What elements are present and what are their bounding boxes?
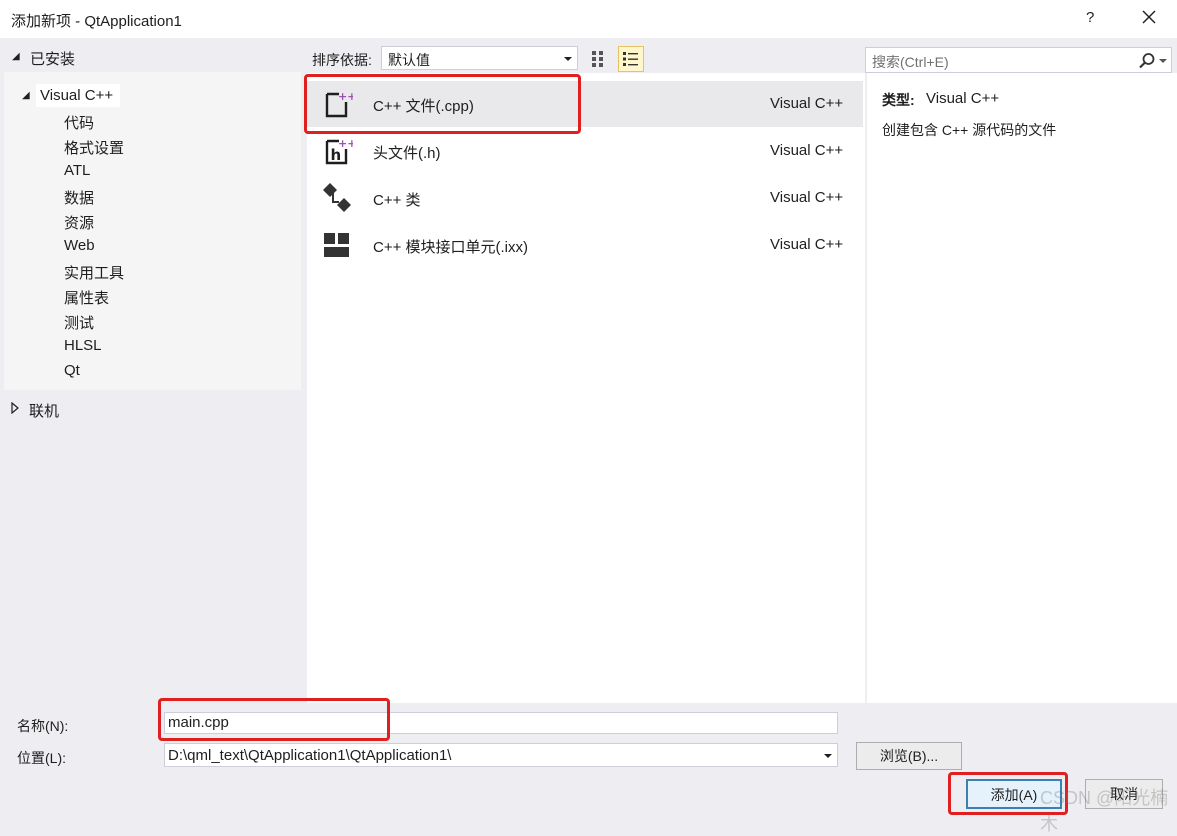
tree-item-formatting[interactable]: 格式设置 (64, 137, 124, 158)
tree-item-visual-cpp[interactable]: Visual C++ (40, 87, 113, 104)
item-lang: Visual C++ (770, 142, 844, 159)
watermark: CSDN @阳光楠木 (1040, 788, 1169, 834)
sort-label: 排序依据: (312, 52, 372, 68)
description-text: 创建包含 C++ 源代码的文件 (882, 122, 1057, 138)
search-icon[interactable] (1138, 52, 1156, 70)
chevron-down-icon (564, 57, 572, 61)
module-icon (324, 233, 349, 257)
collapsed-triangle-icon[interactable] (10, 402, 20, 414)
tree-item-qt[interactable]: Qt (64, 362, 80, 379)
svg-text:++: ++ (338, 137, 353, 150)
tree-item-data[interactable]: 数据 (64, 187, 94, 208)
sort-dropdown[interactable]: 默认值 (381, 46, 578, 70)
item-name: 头文件(.h) (373, 145, 441, 162)
sort-value: 默认值 (388, 52, 430, 68)
grid-view-icon[interactable] (590, 48, 610, 70)
help-button[interactable]: ? (1086, 9, 1094, 26)
expanded-triangle-icon[interactable]: ◢ (12, 51, 20, 62)
browse-button[interactable]: 浏览(B)... (856, 742, 962, 770)
cpp-class-icon (323, 183, 351, 212)
description-type-key: 类型: (882, 92, 915, 108)
item-list: ++ C++ 文件(.cpp) Visual C++ h ++ 头文件(.h) … (307, 73, 865, 703)
chevron-down-icon[interactable] (824, 754, 832, 758)
highlight-box (304, 74, 581, 134)
item-lang: Visual C++ (770, 236, 844, 253)
title-bar: 添加新项 - QtApplication1 ? (0, 0, 1177, 38)
list-view-icon (623, 52, 638, 66)
tree-header: ◢ 已安装 (0, 38, 302, 72)
list-view-button[interactable] (618, 46, 644, 72)
close-icon[interactable] (1140, 8, 1158, 26)
tree-panel (4, 72, 301, 390)
location-label: 位置(L): (17, 750, 66, 766)
description-panel: 类型: Visual C++ 创建包含 C++ 源代码的文件 (867, 73, 1177, 703)
description-type-value: Visual C++ (926, 90, 1000, 107)
header-file-icon: h ++ (325, 137, 353, 165)
list-item-module[interactable]: C++ 模块接口单元(.ixx) Visual C++ (307, 222, 863, 268)
window-title: 添加新项 - QtApplication1 (11, 13, 182, 30)
item-name: C++ 模块接口单元(.ixx) (373, 239, 529, 256)
tree-item-resource[interactable]: 资源 (64, 212, 94, 233)
tree-item-web[interactable]: Web (64, 237, 95, 254)
location-field[interactable]: D:\qml_text\QtApplication1\QtApplication… (164, 743, 838, 767)
location-value: D:\qml_text\QtApplication1\QtApplication… (168, 747, 452, 764)
tree-item-property-sheet[interactable]: 属性表 (64, 287, 109, 308)
search-placeholder: 搜索(Ctrl+E) (872, 54, 949, 70)
tree-item-test[interactable]: 测试 (64, 312, 94, 333)
tree-item-code[interactable]: 代码 (64, 112, 94, 133)
tree-installed[interactable]: 已安装 (30, 48, 75, 69)
tree-item-atl[interactable]: ATL (64, 162, 90, 179)
tree-item-utility[interactable]: 实用工具 (64, 262, 124, 283)
chevron-down-icon[interactable] (1159, 59, 1167, 63)
search-input[interactable]: 搜索(Ctrl+E) (865, 47, 1172, 73)
tree-item-hlsl[interactable]: HLSL (64, 337, 102, 354)
list-item-cpp-class[interactable]: C++ 类 Visual C++ (307, 175, 863, 221)
tree-online[interactable]: 联机 (29, 400, 59, 421)
item-lang: Visual C++ (770, 95, 844, 112)
expanded-triangle-icon[interactable]: ◢ (22, 90, 30, 101)
name-label: 名称(N): (17, 718, 69, 734)
list-item-header-file[interactable]: h ++ 头文件(.h) Visual C++ (307, 128, 863, 174)
highlight-box (158, 698, 390, 741)
item-lang: Visual C++ (770, 189, 844, 206)
item-name: C++ 类 (373, 192, 421, 209)
